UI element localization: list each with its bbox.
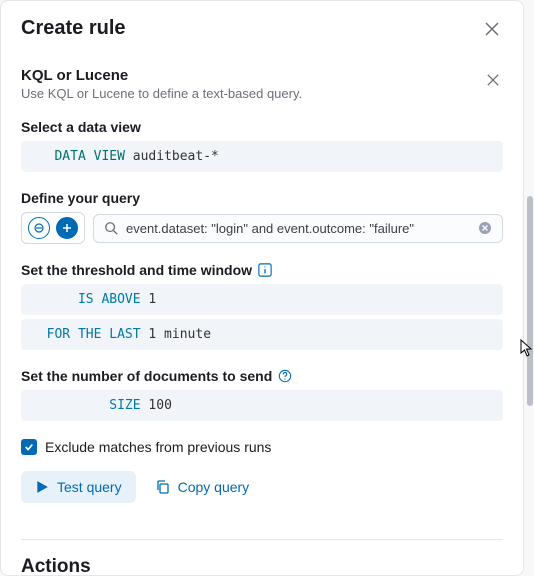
close-icon <box>487 74 499 86</box>
data-view-keyword: DATA VIEW <box>54 149 124 164</box>
help-icon[interactable] <box>278 369 292 383</box>
is-above-keyword: IS ABOVE <box>78 292 141 307</box>
documents-label: Set the number of documents to send <box>21 368 503 384</box>
close-icon <box>485 22 499 36</box>
is-above-value: 1 <box>148 292 156 307</box>
add-filter-button[interactable] <box>56 217 78 239</box>
info-icon[interactable] <box>258 263 272 277</box>
panel-title: Create rule <box>21 17 126 40</box>
for-last-value: 1 minute <box>148 327 211 342</box>
search-icon <box>104 221 118 235</box>
documents-size-field[interactable]: SIZE 100 <box>21 390 503 421</box>
plus-icon <box>62 223 72 233</box>
query-text: event.dataset: "login" and event.outcome… <box>126 221 470 236</box>
filter-buttons <box>21 212 85 244</box>
query-type-section: KQL or Lucene Use KQL or Lucene to defin… <box>21 67 503 101</box>
copy-query-button[interactable]: Copy query <box>142 471 264 503</box>
create-rule-panel: Create rule KQL or Lucene Use KQL or Luc… <box>0 0 524 576</box>
threshold-window-field[interactable]: FOR THE LAST 1 minute <box>21 319 503 350</box>
size-value: 100 <box>148 398 171 413</box>
copy-query-label: Copy query <box>178 479 250 495</box>
collapse-button[interactable] <box>483 67 503 93</box>
query-label: Define your query <box>21 190 503 206</box>
exclude-row: Exclude matches from previous runs <box>21 439 503 455</box>
query-type-title: KQL or Lucene <box>21 67 302 84</box>
threshold-above-field[interactable]: IS ABOVE 1 <box>21 284 503 315</box>
close-button[interactable] <box>481 17 503 43</box>
for-last-keyword: FOR THE LAST <box>47 327 141 342</box>
query-row: event.dataset: "login" and event.outcome… <box>21 212 503 244</box>
section-divider <box>21 539 503 540</box>
test-query-label: Test query <box>57 479 122 495</box>
size-keyword: SIZE <box>109 398 140 413</box>
filter-icon <box>34 223 44 233</box>
exclude-checkbox[interactable] <box>21 439 37 455</box>
action-buttons: Test query Copy query <box>21 471 503 503</box>
exclude-label: Exclude matches from previous runs <box>45 439 271 455</box>
data-view-field[interactable]: DATA VIEW auditbeat-* <box>21 141 503 172</box>
clear-icon[interactable] <box>478 221 492 235</box>
query-type-titles: KQL or Lucene Use KQL or Lucene to defin… <box>21 67 302 101</box>
actions-heading: Actions <box>21 556 503 576</box>
play-icon <box>35 480 49 494</box>
data-view-value: auditbeat-* <box>133 149 219 164</box>
query-type-description: Use KQL or Lucene to define a text-based… <box>21 86 302 101</box>
data-view-label: Select a data view <box>21 119 503 135</box>
threshold-label: Set the threshold and time window <box>21 262 503 278</box>
test-query-button[interactable]: Test query <box>21 471 136 503</box>
scrollbar-thumb[interactable] <box>527 196 533 406</box>
copy-icon <box>156 480 170 494</box>
filter-options-button[interactable] <box>28 217 50 239</box>
check-icon <box>24 442 34 452</box>
query-input[interactable]: event.dataset: "login" and event.outcome… <box>93 214 503 243</box>
panel-header: Create rule <box>21 17 503 55</box>
documents-label-text: Set the number of documents to send <box>21 368 272 384</box>
threshold-label-text: Set the threshold and time window <box>21 262 252 278</box>
scrollbar-track[interactable] <box>526 0 534 576</box>
